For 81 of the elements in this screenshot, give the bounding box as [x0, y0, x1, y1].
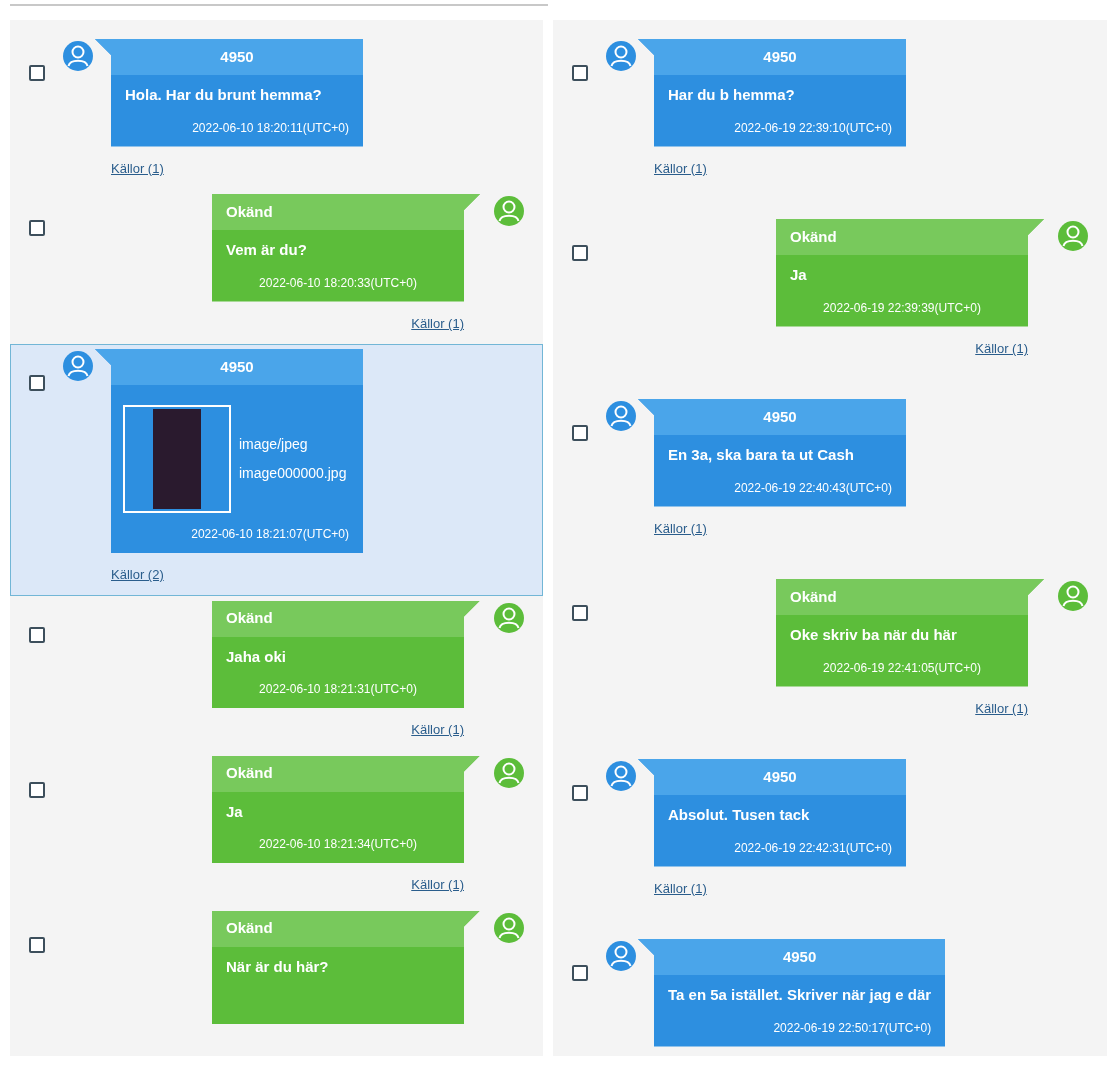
message-text: Vem är du?: [225, 240, 308, 260]
checkbox[interactable]: [29, 220, 45, 236]
avatar-icon: [1058, 581, 1088, 611]
message-text: Ja: [225, 801, 244, 822]
sender-name: 4950: [638, 399, 906, 435]
file-name: image000000.jpg: [239, 464, 347, 483]
message-row[interactable]: 4950 Hola. Har du brunt hemma? 2022-06-10 18:20:11(UTC+0) Källor (1): [10, 34, 543, 189]
message-row[interactable]: Okänd Oke skriv ba när du här 2022-06-19 22:41:05(UTC+0) Källor (1): [553, 574, 1107, 754]
timestamp: 2022-06-10 18:21:07(UTC+0): [191, 526, 349, 543]
message-text: Oke skriv ba när du här: [789, 625, 958, 645]
sender-name: 4950: [638, 939, 946, 975]
timestamp: 2022-06-19 22:39:39(UTC+0): [823, 299, 981, 317]
sender-name: 4950: [638, 39, 906, 75]
sources-link[interactable]: Källor (1): [411, 875, 464, 895]
message-row[interactable]: 4950 image/jpeg image000000.jpg 2022-06-10 18:21:07(UTC+0) Källor (2): [10, 344, 543, 596]
sender-name: Okänd: [212, 755, 480, 792]
avatar-icon: [494, 196, 524, 226]
sources-link[interactable]: Källor (1): [411, 720, 464, 740]
sources-link[interactable]: Källor (1): [411, 313, 464, 333]
sender-name: Okänd: [212, 194, 480, 230]
timestamp: 2022-06-19 22:39:10(UTC+0): [734, 119, 892, 137]
sender-name: 4950: [95, 349, 363, 385]
sources-link[interactable]: Källor (1): [111, 158, 164, 178]
message-row[interactable]: 4950 Ta en 5a istället. Skriver när jag e där 2022-06-19 22:50:17(UTC+0): [553, 934, 1107, 1056]
sender-name: 4950: [638, 759, 906, 795]
avatar-icon: [494, 602, 524, 633]
avatar-icon: [494, 912, 524, 943]
timestamp: 2022-06-19 22:40:43(UTC+0): [734, 479, 892, 497]
checkbox[interactable]: [572, 65, 588, 81]
message-row[interactable]: Okänd Vem är du? 2022-06-10 18:20:33(UTC+0) Källor (1): [10, 189, 543, 344]
message-row[interactable]: 4950 Absolut. Tusen tack 2022-06-19 22:42:31(UTC+0) Källor (1): [553, 754, 1107, 934]
sources-link[interactable]: Källor (1): [654, 518, 707, 538]
sources-link[interactable]: Källor (1): [975, 698, 1028, 718]
avatar-icon: [63, 41, 93, 71]
checkbox[interactable]: [29, 781, 45, 798]
avatar-icon: [1058, 221, 1088, 251]
checkbox[interactable]: [572, 425, 588, 441]
checkbox[interactable]: [29, 626, 45, 643]
message-row[interactable]: 4950 En 3a, ska bara ta ut Cash 2022-06-19 22:40:43(UTC+0) Källor (1): [553, 394, 1107, 574]
message-text: Ta en 5a istället. Skriver när jag e där: [667, 985, 933, 1005]
avatar-icon: [606, 941, 636, 971]
sources-link[interactable]: Källor (1): [975, 338, 1028, 358]
message-row[interactable]: 4950 Har du b hemma? 2022-06-19 22:39:10(UTC+0) Källor (1): [553, 34, 1107, 214]
message-text: När är du här?: [225, 956, 330, 977]
timestamp: 2022-06-19 22:41:05(UTC+0): [823, 659, 981, 677]
sender-name: 4950: [95, 39, 363, 75]
timestamp: 2022-06-10 18:21:31(UTC+0): [259, 681, 417, 698]
checkbox[interactable]: [572, 965, 588, 981]
sender-name: Okänd: [776, 579, 1044, 615]
checkbox[interactable]: [572, 245, 588, 261]
avatar-icon: [63, 351, 93, 381]
timestamp: 2022-06-10 18:20:33(UTC+0): [259, 274, 417, 292]
sender-name: Okänd: [212, 910, 480, 947]
checkbox[interactable]: [572, 785, 588, 801]
message-text: Ja: [789, 265, 808, 285]
timestamp: 2022-06-10 18:20:11(UTC+0): [192, 119, 349, 137]
message-row[interactable]: Okänd Ja 2022-06-10 18:21:34(UTC+0) Källor (1): [10, 750, 543, 906]
sender-name: Okänd: [212, 600, 480, 637]
sender-name: Okänd: [776, 219, 1044, 255]
timestamp: 2022-06-19 22:42:31(UTC+0): [734, 839, 892, 857]
avatar-icon: [494, 757, 524, 788]
message-row[interactable]: Okänd Ja 2022-06-19 22:39:39(UTC+0) Källor (1): [553, 214, 1107, 394]
checkbox[interactable]: [29, 375, 45, 391]
message-text: En 3a, ska bara ta ut Cash: [667, 445, 855, 465]
mime-type: image/jpeg: [239, 435, 309, 454]
message-row[interactable]: Okänd Jaha oki 2022-06-10 18:21:31(UTC+0) Källor (1): [10, 595, 543, 751]
message-text: Har du b hemma?: [667, 85, 796, 105]
avatar-icon: [606, 401, 636, 431]
checkbox[interactable]: [29, 936, 45, 953]
checkbox[interactable]: [29, 65, 45, 81]
message-text: Jaha oki: [225, 646, 288, 667]
message-text: Absolut. Tusen tack: [667, 805, 811, 825]
sources-link[interactable]: Källor (1): [654, 158, 707, 178]
sources-link[interactable]: Källor (2): [111, 565, 164, 585]
avatar-icon: [606, 761, 636, 791]
avatar-icon: [606, 41, 636, 71]
sources-link[interactable]: Källor (1): [654, 878, 707, 898]
timestamp: 2022-06-19 22:50:17(UTC+0): [773, 1019, 932, 1037]
message-text: Hola. Har du brunt hemma?: [124, 85, 323, 105]
checkbox[interactable]: [572, 605, 588, 621]
timestamp: 2022-06-10 18:21:34(UTC+0): [259, 836, 417, 853]
